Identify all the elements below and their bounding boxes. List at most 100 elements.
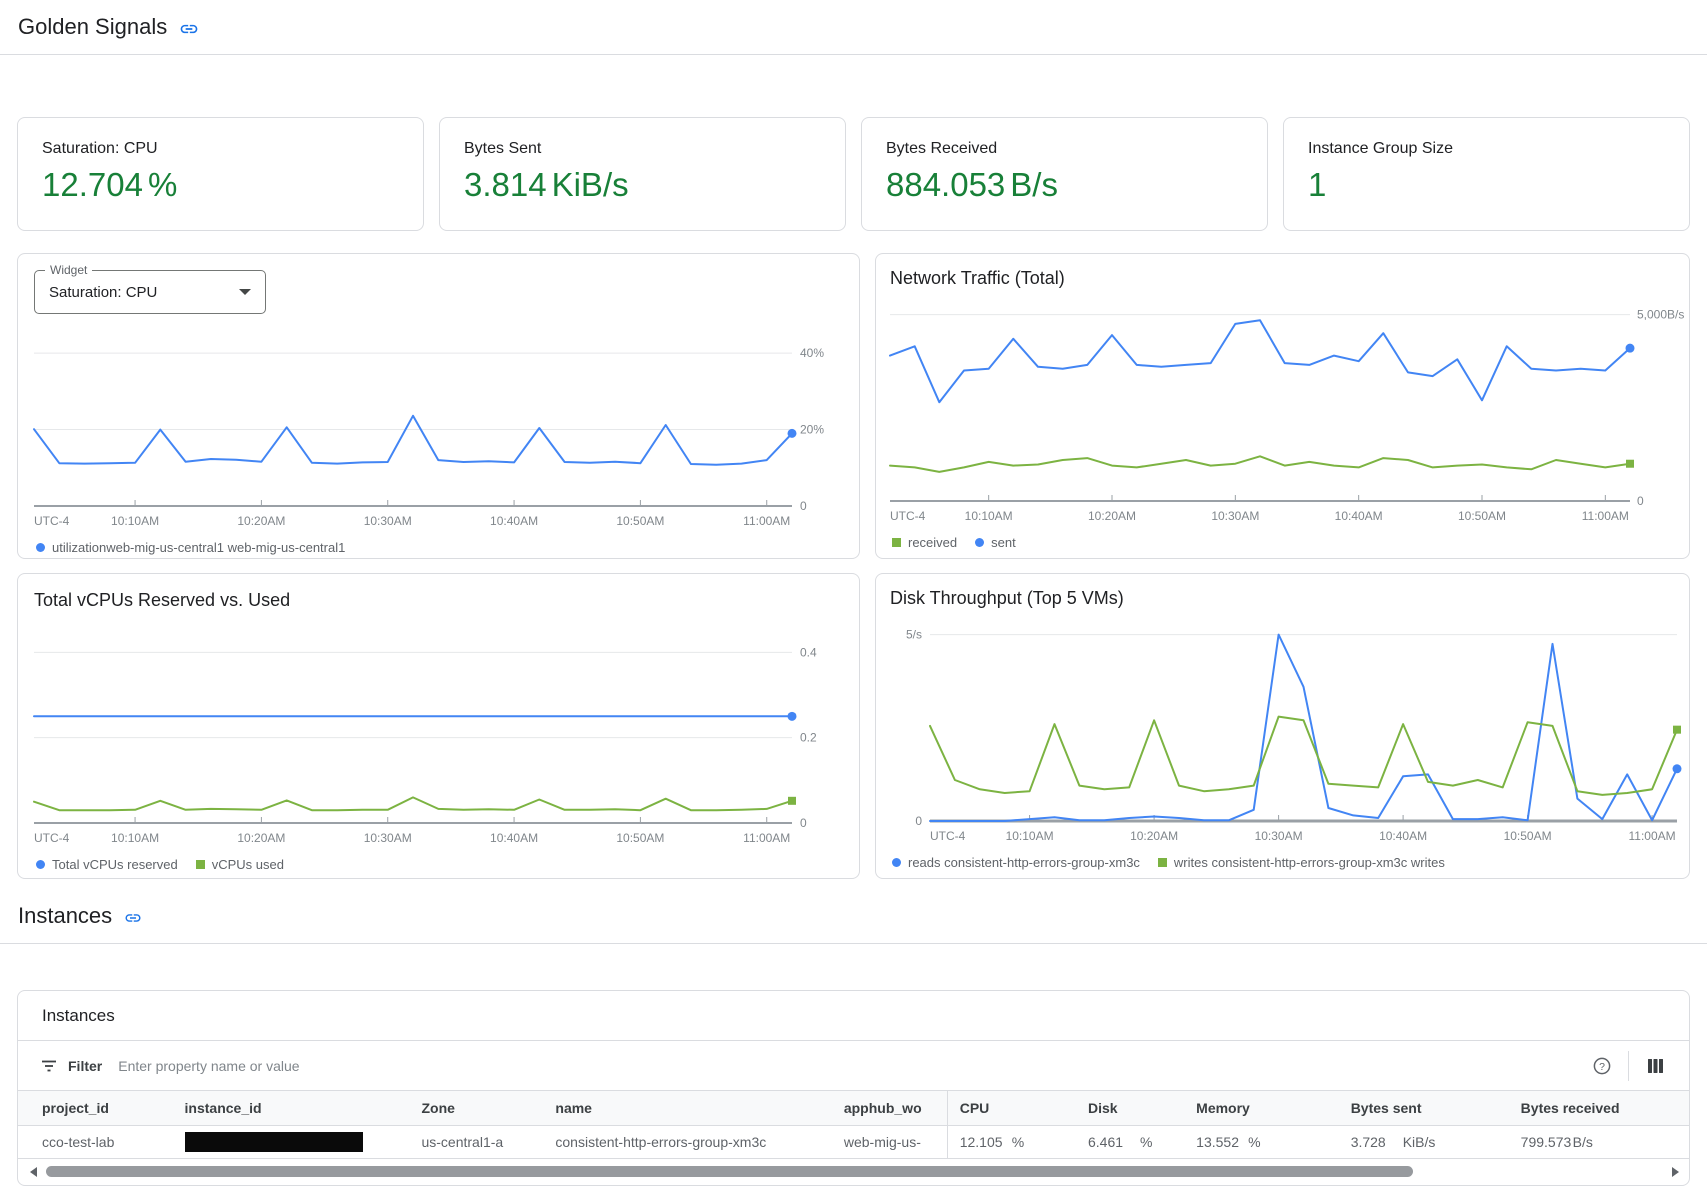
y-tick-label: 5,000B/s [1637, 308, 1684, 322]
section-link-icon[interactable] [124, 909, 142, 927]
svg-text:?: ? [1599, 1061, 1605, 1073]
scorecard-label: Bytes Received [886, 140, 1243, 158]
timezone-label: UTC-4 [34, 831, 70, 845]
y-tick-label: 40% [800, 346, 824, 360]
table-cell: 12.105% [947, 1125, 1076, 1158]
timezone-label: UTC-4 [890, 509, 926, 523]
table-cell: 3.728KiB/s [1339, 1125, 1509, 1158]
scrollbar-thumb[interactable] [46, 1166, 1413, 1177]
saturation-cpu-legend: utilizationweb-mig-us-central1 web-mig-u… [34, 540, 843, 555]
filter-input[interactable] [118, 1058, 1586, 1074]
legend-item[interactable]: sent [975, 535, 1016, 550]
filter-icon [40, 1057, 58, 1075]
scorecard-bytes-received[interactable]: Bytes Received 884.053B/s [861, 117, 1268, 231]
table-cell: consistent-http-errors-group-xm3c [543, 1125, 831, 1158]
section-link-icon[interactable] [179, 19, 199, 39]
column-header-apphub-wo[interactable]: apphub_wo [832, 1091, 947, 1125]
legend-item[interactable]: vCPUs used [196, 857, 284, 872]
legend-label: reads consistent-http-errors-group-xm3c [908, 855, 1140, 870]
scorecard-value: 3.814 [464, 166, 547, 203]
series-line [34, 416, 792, 465]
legend-label: Total vCPUs reserved [52, 857, 178, 872]
legend-label: vCPUs used [212, 857, 284, 872]
x-tick-label: 10:20AM [1088, 509, 1136, 523]
scorecard-label: Saturation: CPU [42, 140, 399, 158]
instances-header: Instances [0, 895, 1707, 944]
filter-bar: Filter ? [18, 1041, 1689, 1091]
scorecard-label: Instance Group Size [1308, 140, 1665, 158]
table-header-row: project_idinstance_idZonenameapphub_woCP… [18, 1091, 1689, 1125]
column-header-project-id[interactable]: project_id [18, 1091, 173, 1125]
x-tick-label: 10:10AM [965, 509, 1013, 523]
cell-unit: B/s [1573, 1134, 1593, 1150]
cell-unit: KiB/s [1403, 1134, 1436, 1150]
help-icon[interactable]: ? [1586, 1050, 1618, 1082]
legend-dot-icon [892, 858, 901, 867]
series-line [890, 456, 1630, 472]
column-header-memory[interactable]: Memory [1184, 1091, 1339, 1125]
cell-value: 6.461 [1088, 1134, 1140, 1150]
legend-label: utilizationweb-mig-us-central1 web-mig-u… [52, 540, 345, 555]
scorecard-bytes-sent[interactable]: Bytes Sent 3.814KiB/s [439, 117, 846, 231]
column-header-bytes-received[interactable]: Bytes received [1509, 1091, 1689, 1125]
disk-throughput-legend: reads consistent-http-errors-group-xm3c w… [890, 855, 1675, 870]
legend-item[interactable]: Total vCPUs reserved [36, 857, 178, 872]
legend-item[interactable]: writes consistent-http-errors-group-xm3c… [1158, 855, 1445, 870]
column-header-bytes-sent[interactable]: Bytes sent [1339, 1091, 1509, 1125]
table-cell: 6.461% [1076, 1125, 1184, 1158]
x-tick-label: 10:50AM [1504, 829, 1552, 843]
legend-item[interactable]: utilizationweb-mig-us-central1 web-mig-u… [36, 540, 345, 555]
x-tick-label: 10:20AM [1130, 829, 1178, 843]
y-tick-label: 0 [800, 816, 807, 830]
widget-select-value: Saturation: CPU [49, 284, 157, 301]
scorecard-unit: % [148, 166, 177, 203]
network-traffic-chart[interactable]: 5,000B/s010:10AM10:20AM10:30AM10:40AM10:… [890, 297, 1677, 531]
x-tick-label: 10:50AM [1458, 509, 1506, 523]
scorecard-saturation-cpu[interactable]: Saturation: CPU 12.704% [17, 117, 424, 231]
instances-card: Instances Filter ? project_idinstance_id… [17, 990, 1690, 1186]
y-tick-label: 20% [800, 423, 824, 437]
x-tick-label: 10:10AM [111, 831, 159, 845]
x-tick-label: 10:50AM [616, 831, 664, 845]
series-end-square [1673, 726, 1681, 734]
series-end-square [1626, 460, 1634, 468]
column-header-disk[interactable]: Disk [1076, 1091, 1184, 1125]
series-line [890, 320, 1630, 402]
timezone-label: UTC-4 [930, 829, 966, 843]
legend-item[interactable]: received [892, 535, 957, 550]
column-header-cpu[interactable]: CPU [947, 1091, 1076, 1125]
vcpus-card: Total vCPUs Reserved vs. Used 0.40.2010:… [17, 573, 860, 879]
y-tick-label: 0.4 [800, 645, 817, 659]
x-tick-label: 10:40AM [1335, 509, 1383, 523]
column-header-instance-id[interactable]: instance_id [173, 1091, 410, 1125]
table-row[interactable]: cco-test-labus-central1-aconsistent-http… [18, 1125, 1689, 1158]
table-cell: us-central1-a [409, 1125, 543, 1158]
scorecard-value: 884.053 [886, 166, 1005, 203]
scroll-right-arrow-icon[interactable] [1672, 1167, 1679, 1177]
series-line [930, 635, 1677, 821]
vcpus-chart[interactable]: 0.40.2010:10AM10:20AM10:30AM10:40AM10:50… [34, 619, 845, 853]
legend-label: sent [991, 535, 1016, 550]
column-header-zone[interactable]: Zone [409, 1091, 543, 1125]
x-tick-label: 10:40AM [490, 514, 538, 528]
legend-dot-icon [36, 543, 45, 552]
x-tick-label: 10:30AM [364, 514, 412, 528]
disk-throughput-chart[interactable]: 5/s010:10AM10:20AM10:30AM10:40AM10:50AM1… [890, 617, 1677, 851]
legend-dot-icon [975, 538, 984, 547]
horizontal-scrollbar[interactable] [20, 1159, 1687, 1185]
network-traffic-legend: received sent [890, 535, 1675, 550]
saturation-cpu-chart[interactable]: 40%20%010:10AM10:20AM10:30AM10:40AM10:50… [34, 322, 845, 536]
column-header-name[interactable]: name [543, 1091, 831, 1125]
x-tick-label: 10:10AM [111, 514, 159, 528]
scroll-left-arrow-icon[interactable] [30, 1167, 37, 1177]
legend-label: received [908, 535, 957, 550]
scorecard-value: 12.704 [42, 166, 143, 203]
instances-card-title: Instances [18, 991, 1689, 1041]
scorecard-instance-group-size[interactable]: Instance Group Size 1 [1283, 117, 1690, 231]
series-line [930, 717, 1677, 795]
column-display-icon[interactable] [1639, 1050, 1671, 1082]
x-tick-label: 10:20AM [237, 831, 285, 845]
widget-select[interactable]: Widget Saturation: CPU [34, 270, 266, 314]
legend-item[interactable]: reads consistent-http-errors-group-xm3c [892, 855, 1140, 870]
widget-select-label: Widget [45, 263, 92, 277]
